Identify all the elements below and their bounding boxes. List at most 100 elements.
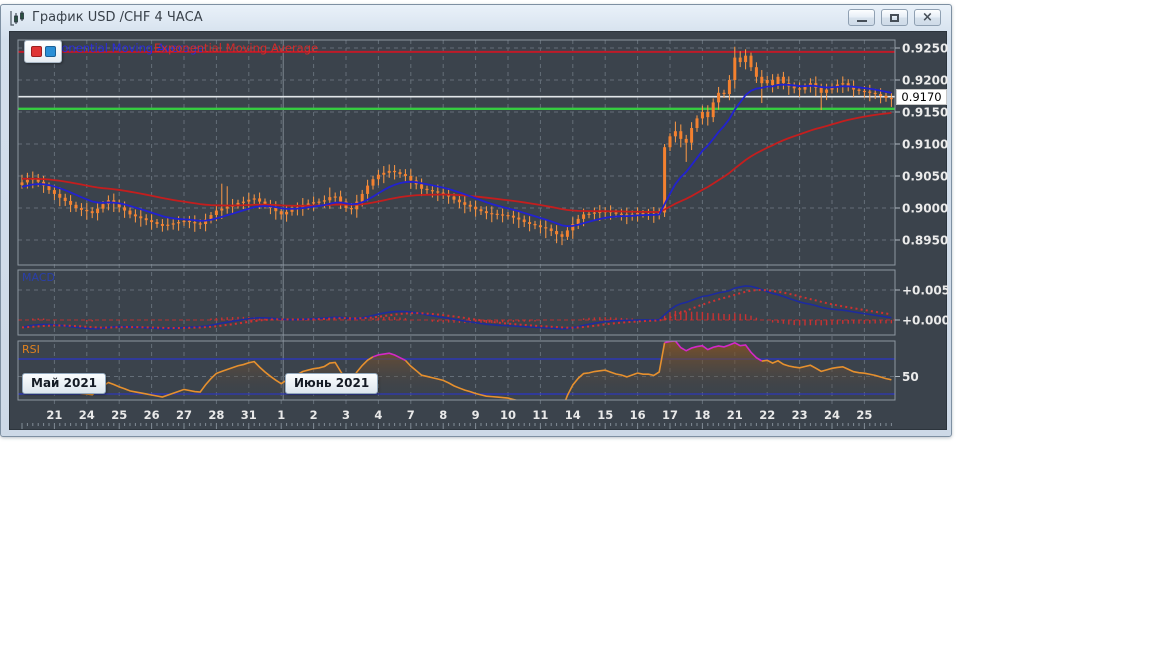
candle bbox=[749, 55, 753, 68]
candle bbox=[760, 76, 764, 84]
candle bbox=[668, 136, 672, 148]
candle bbox=[101, 204, 105, 209]
buy-button[interactable] bbox=[44, 46, 56, 57]
macd-histogram-bar bbox=[696, 311, 698, 320]
candle bbox=[52, 190, 56, 194]
date-axis-label: 17 bbox=[662, 408, 678, 422]
macd-histogram-bar bbox=[717, 313, 720, 320]
macd-histogram-bar bbox=[782, 320, 785, 324]
macd-histogram-bar bbox=[491, 320, 493, 323]
quick-trade-panel[interactable] bbox=[24, 40, 62, 63]
macd-histogram-bar bbox=[518, 320, 520, 322]
minimize-button[interactable] bbox=[848, 9, 875, 26]
candle bbox=[592, 212, 596, 214]
candle bbox=[133, 214, 137, 217]
macd-histogram-bar bbox=[372, 318, 374, 320]
chart-canvas[interactable]: 0.9250 0.9200 0.9150 0.9100 0.9050 0.9000 0.89… bbox=[10, 32, 948, 431]
ema-fast-line bbox=[21, 83, 892, 228]
macd-histogram-bar bbox=[393, 317, 396, 320]
candle bbox=[139, 216, 143, 219]
macd-histogram-bar bbox=[879, 320, 882, 324]
candle bbox=[468, 204, 472, 207]
price-axis-label: 0.8950 bbox=[902, 234, 948, 248]
candle bbox=[841, 83, 845, 85]
candle bbox=[225, 206, 229, 209]
candle bbox=[722, 92, 726, 95]
candle bbox=[436, 191, 440, 193]
candle bbox=[90, 211, 94, 214]
macd-histogram-bar bbox=[507, 320, 509, 323]
candle bbox=[258, 198, 262, 202]
candle bbox=[619, 213, 623, 215]
candle bbox=[155, 222, 159, 224]
candle bbox=[214, 210, 218, 216]
candle bbox=[160, 224, 164, 226]
candle bbox=[511, 215, 515, 218]
macd-histogram-bar bbox=[86, 320, 88, 322]
price-axis-label: 0.9200 bbox=[902, 74, 948, 88]
date-axis-label: 8 bbox=[439, 408, 447, 422]
macd-histogram-bar bbox=[863, 320, 866, 324]
candle bbox=[717, 92, 721, 103]
macd-histogram-bar bbox=[210, 318, 212, 320]
rsi-pane-layer bbox=[21, 341, 892, 400]
candle bbox=[765, 80, 769, 84]
candle bbox=[544, 227, 548, 229]
candle bbox=[247, 199, 251, 202]
legend-label[interactable]: Exponential Moving Average bbox=[154, 41, 318, 55]
candle bbox=[79, 208, 83, 210]
date-axis-label: 24 bbox=[824, 408, 840, 422]
price-axis-label: 0.9050 bbox=[902, 170, 948, 184]
macd-histogram-bar bbox=[528, 320, 531, 322]
candle bbox=[474, 206, 478, 210]
date-axis-label: 18 bbox=[694, 408, 710, 422]
candle bbox=[706, 112, 710, 118]
ema-slow-line bbox=[21, 112, 892, 213]
date-axis-label: 23 bbox=[792, 408, 808, 422]
candle bbox=[587, 213, 591, 215]
candle bbox=[776, 76, 780, 86]
candle bbox=[306, 203, 310, 205]
candle bbox=[74, 204, 78, 208]
candle bbox=[528, 222, 532, 224]
candle bbox=[690, 128, 694, 143]
macd-histogram-bar bbox=[820, 320, 822, 326]
candle bbox=[884, 96, 888, 98]
macd-histogram-bar bbox=[32, 318, 34, 320]
date-axis-label: 2 bbox=[310, 408, 318, 422]
candle bbox=[128, 210, 132, 215]
macd-histogram-bar bbox=[793, 320, 795, 326]
macd-pane-layer bbox=[21, 285, 893, 330]
candle bbox=[349, 208, 353, 210]
macd-histogram-bar bbox=[836, 320, 839, 325]
date-axis-label: 21 bbox=[727, 408, 743, 422]
chart-client-area[interactable]: 0.9250 0.9200 0.9150 0.9100 0.9050 0.9000 0.89… bbox=[9, 31, 948, 431]
maximize-icon bbox=[890, 13, 899, 22]
macd-histogram-bar bbox=[42, 318, 45, 320]
macd-histogram-bar bbox=[496, 320, 498, 323]
candle bbox=[360, 193, 364, 202]
candlestick-chart-icon bbox=[10, 11, 24, 26]
macd-histogram-bar bbox=[831, 320, 833, 325]
candle bbox=[771, 80, 775, 86]
candle bbox=[744, 55, 748, 63]
sell-button[interactable] bbox=[30, 46, 42, 57]
month-marker-june: Июнь 2021 bbox=[285, 373, 379, 394]
macd-histogram-bar bbox=[798, 320, 801, 326]
candle bbox=[312, 202, 316, 204]
macd-histogram-bar bbox=[442, 320, 444, 323]
maximize-button[interactable] bbox=[881, 9, 908, 26]
candle bbox=[425, 188, 429, 191]
candle bbox=[479, 209, 483, 212]
titlebar[interactable]: График USD /CHF 4 ЧАСА × bbox=[1, 5, 951, 31]
macd-histogram-bar bbox=[620, 317, 623, 320]
close-button[interactable]: × bbox=[914, 9, 941, 26]
price-axis-label: 0.9250 bbox=[902, 42, 948, 56]
macd-histogram-bar bbox=[437, 320, 439, 323]
candle bbox=[868, 91, 872, 93]
macd-histogram-bar bbox=[399, 317, 401, 320]
macd-histogram-bar bbox=[728, 314, 731, 320]
candle bbox=[636, 213, 640, 215]
candle bbox=[560, 234, 564, 237]
price-axis-label: 0.9150 bbox=[902, 106, 948, 120]
